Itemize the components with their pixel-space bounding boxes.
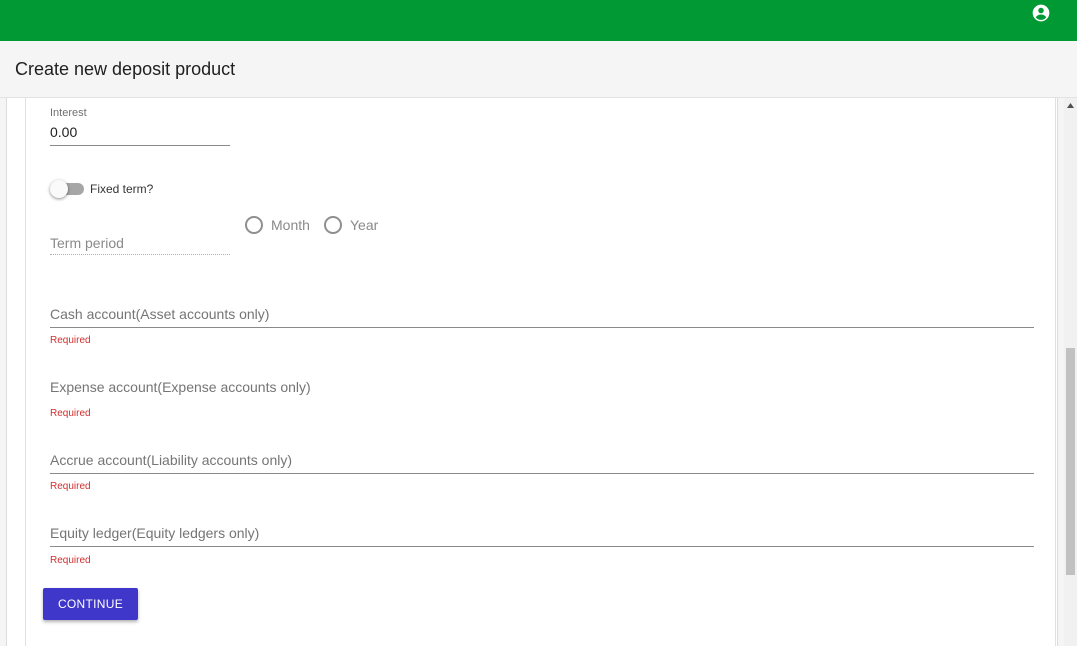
radio-month-label: Month xyxy=(271,217,310,233)
vertical-scrollbar[interactable] xyxy=(1064,98,1077,646)
fixed-term-toggle[interactable] xyxy=(50,180,84,198)
triangle-up-icon xyxy=(1067,102,1074,108)
accrue-account-select[interactable]: Accrue account(Liability accounts only) xyxy=(50,452,1034,474)
scroll-up-arrow[interactable] xyxy=(1064,98,1077,112)
cash-account-select[interactable]: Cash account(Asset accounts only) xyxy=(50,306,1034,328)
equity-ledger-placeholder: Equity ledger(Equity ledgers only) xyxy=(50,525,260,541)
fixed-term-label: Fixed term? xyxy=(90,182,154,196)
expense-account-placeholder: Expense account(Expense accounts only) xyxy=(50,379,311,395)
term-period-underline xyxy=(50,254,230,255)
form-scroll-area: Interest 0.00 Fixed term? Term period Mo… xyxy=(0,98,1064,646)
top-app-bar xyxy=(0,0,1077,41)
interest-input[interactable]: 0.00 xyxy=(50,124,230,146)
radio-month[interactable]: Month xyxy=(245,216,310,234)
account-circle-icon xyxy=(1032,4,1049,22)
radio-year-circle xyxy=(324,216,342,234)
stepper-content-card xyxy=(25,98,1056,646)
toggle-thumb xyxy=(50,180,68,198)
equity-ledger-error: Required xyxy=(50,555,91,566)
accrue-account-placeholder: Accrue account(Liability accounts only) xyxy=(50,452,293,468)
radio-month-circle xyxy=(245,216,263,234)
expense-account-select[interactable]: Expense account(Expense accounts only) xyxy=(50,379,1034,401)
page-header: Create new deposit product xyxy=(0,41,1077,98)
account-button[interactable] xyxy=(1027,0,1054,26)
radio-year[interactable]: Year xyxy=(324,216,378,234)
radio-year-label: Year xyxy=(350,217,379,233)
expense-account-error: Required xyxy=(50,408,91,419)
equity-ledger-select[interactable]: Equity ledger(Equity ledgers only) xyxy=(50,525,1034,547)
scrollbar-thumb[interactable] xyxy=(1066,348,1075,575)
cash-account-error: Required xyxy=(50,335,91,346)
interest-label: Interest xyxy=(50,107,87,119)
continue-button[interactable]: CONTINUE xyxy=(43,588,138,620)
cash-account-placeholder: Cash account(Asset accounts only) xyxy=(50,306,270,322)
term-period-input[interactable]: Term period xyxy=(50,235,124,251)
accrue-account-error: Required xyxy=(50,481,91,492)
page-title: Create new deposit product xyxy=(15,59,236,79)
